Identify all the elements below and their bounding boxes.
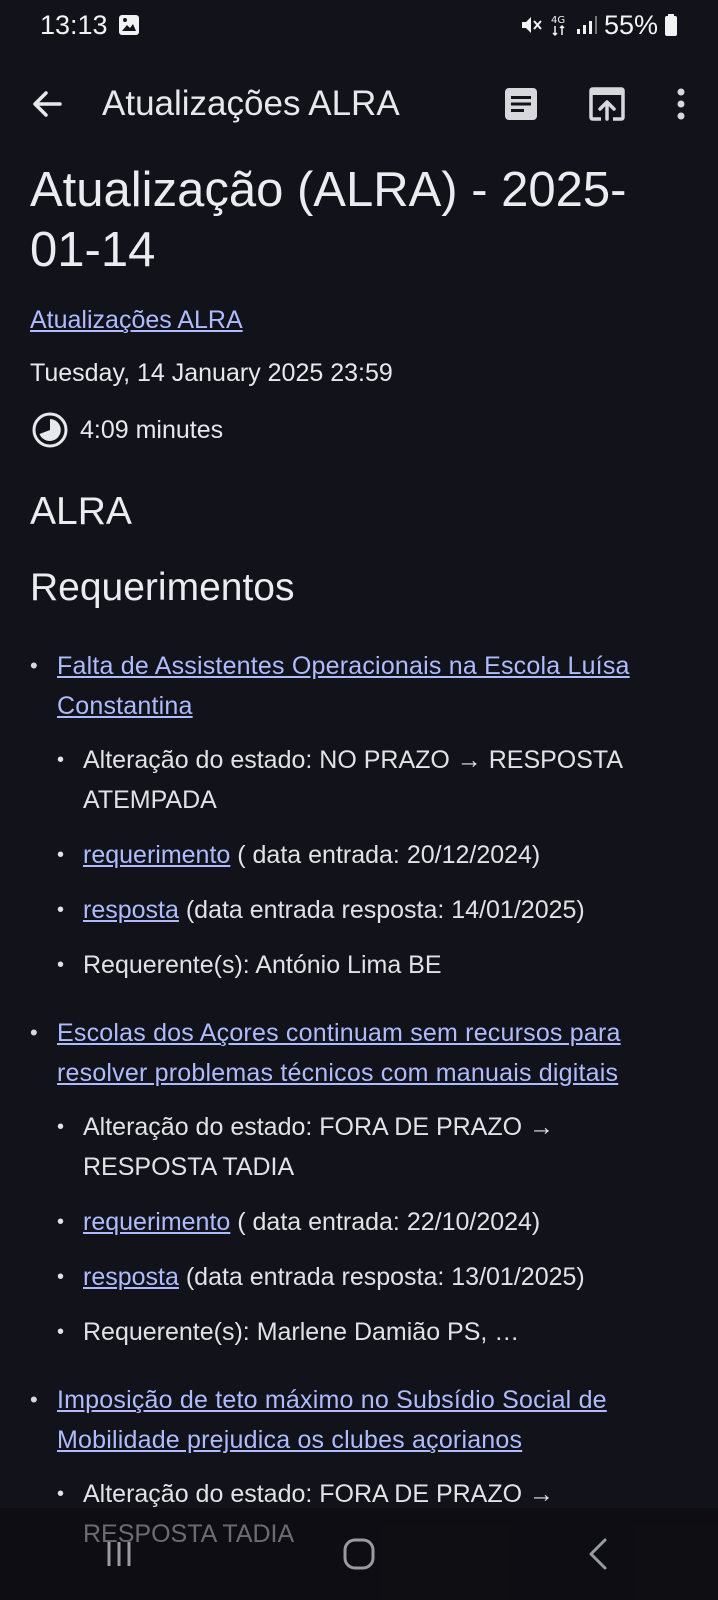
- clock-icon: [30, 410, 70, 450]
- requerimento-entry: requerimento ( data entrada: 20/12/2024): [57, 835, 678, 875]
- requerimentos-list: Falta de Assistentes Operacionais na Esc…: [30, 646, 678, 1554]
- status-change: Alteração do estado: FORA DE PRAZO → RES…: [57, 1107, 678, 1187]
- resposta-entry: resposta (data entrada resposta: 14/01/2…: [57, 890, 678, 930]
- recent-apps-icon[interactable]: [103, 1538, 135, 1570]
- resposta-link[interactable]: resposta: [83, 1263, 179, 1291]
- status-left: 13:13: [40, 10, 140, 41]
- resposta-entry: resposta (data entrada resposta: 13/01/2…: [57, 1257, 678, 1297]
- app-bar-actions: [502, 85, 688, 123]
- svg-text:4G: 4G: [551, 15, 565, 26]
- requerimento-link[interactable]: requerimento: [83, 1208, 230, 1236]
- item-title-link[interactable]: Imposição de teto máximo no Subsídio Soc…: [57, 1386, 607, 1454]
- article-title: Atualização (ALRA) - 2025-01-14: [30, 163, 627, 277]
- requerimento-link[interactable]: requerimento: [83, 841, 230, 869]
- read-time: 4:09 minutes: [30, 410, 678, 450]
- resposta-link[interactable]: resposta: [83, 896, 179, 924]
- article-date: Tuesday, 14 January 2025 23:59: [30, 359, 393, 387]
- article-content: Atualização (ALRA) - 2025-01-14 Atualiza…: [30, 160, 678, 1582]
- app-bar-title: Atualizações ALRA: [102, 84, 400, 123]
- requester: Requerente(s): António Lima BE: [57, 945, 678, 985]
- read-time-label: 4:09 minutes: [80, 415, 224, 444]
- home-icon[interactable]: [342, 1537, 376, 1571]
- signal-icon: [576, 15, 598, 35]
- back-arrow-icon[interactable]: [30, 87, 64, 121]
- status-bar: 13:13 4G 55%: [0, 0, 718, 50]
- more-options-icon[interactable]: [674, 87, 688, 121]
- app-bar: Atualizações ALRA: [0, 62, 718, 146]
- requerimento-entry: requerimento ( data entrada: 22/10/2024): [57, 1202, 678, 1242]
- feed-link[interactable]: Atualizações ALRA: [30, 306, 243, 335]
- status-right: 4G 55%: [520, 10, 678, 41]
- mute-icon: [520, 14, 544, 36]
- gallery-notification-icon: [118, 14, 140, 36]
- requerimento-date: ( data entrada: 20/12/2024): [230, 841, 541, 869]
- system-nav-bar: [0, 1508, 718, 1600]
- list-item: Escolas dos Açores continuam sem recurso…: [30, 1013, 678, 1352]
- network-4g-icon: 4G: [550, 13, 570, 37]
- battery-icon: [664, 13, 678, 37]
- resposta-date: (data entrada resposta: 14/01/2025): [178, 896, 585, 924]
- list-item: Falta de Assistentes Operacionais na Esc…: [30, 646, 678, 985]
- section-heading-requerimentos: Requerimentos: [30, 566, 295, 609]
- requester: Requerente(s): Marlene Damião PS, …: [57, 1312, 678, 1352]
- section-heading-alra: ALRA: [30, 490, 132, 533]
- open-in-browser-icon[interactable]: [588, 85, 626, 123]
- item-title-link[interactable]: Escolas dos Açores continuam sem recurso…: [57, 1019, 621, 1087]
- status-time: 13:13: [40, 9, 108, 40]
- item-details: Alteração do estado: FORA DE PRAZO → RES…: [57, 1107, 678, 1352]
- reader-view-icon[interactable]: [502, 85, 540, 123]
- status-change: Alteração do estado: NO PRAZO → RESPOSTA…: [57, 740, 678, 820]
- battery-percent: 55%: [603, 9, 658, 40]
- back-nav-icon[interactable]: [583, 1537, 615, 1571]
- item-details: Alteração do estado: NO PRAZO → RESPOSTA…: [57, 740, 678, 985]
- item-title-link[interactable]: Falta de Assistentes Operacionais na Esc…: [57, 652, 630, 720]
- resposta-date: (data entrada resposta: 13/01/2025): [178, 1263, 585, 1291]
- requerimento-date: ( data entrada: 22/10/2024): [230, 1208, 541, 1236]
